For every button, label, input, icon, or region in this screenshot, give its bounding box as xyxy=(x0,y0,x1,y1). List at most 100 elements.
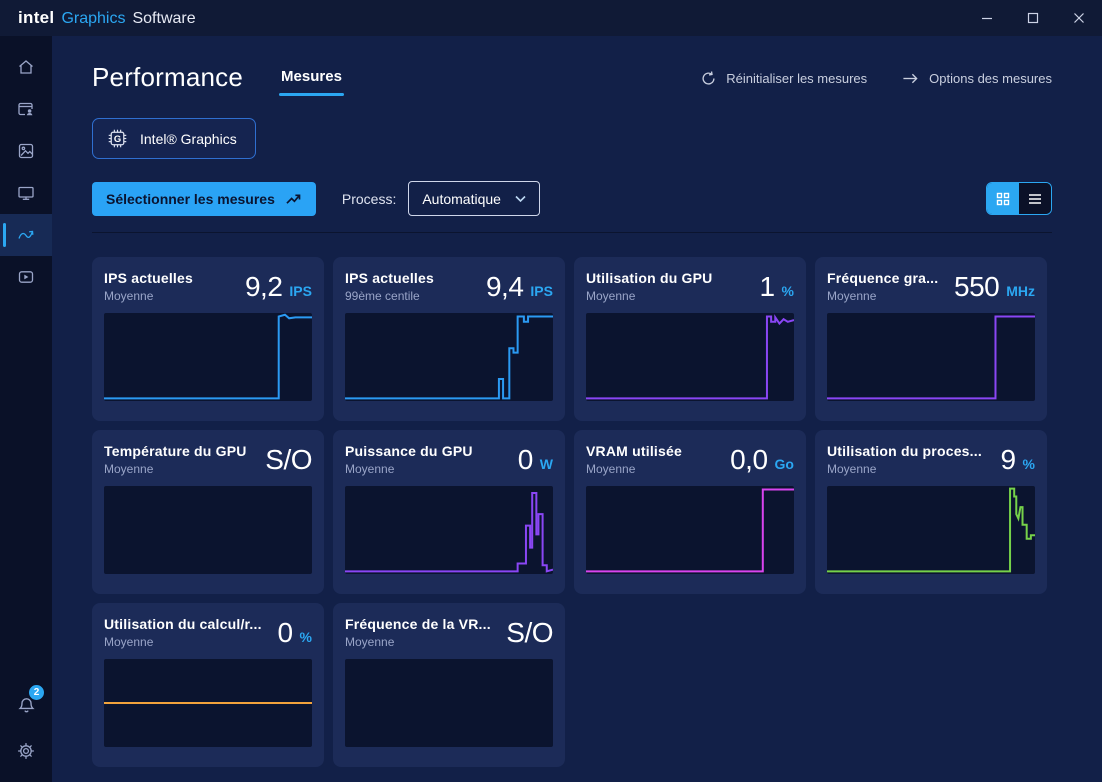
app-brand: intel Graphics Software xyxy=(18,8,196,28)
metric-sparkline-chart xyxy=(586,486,794,574)
metric-value: 1 xyxy=(759,271,774,303)
display-icon xyxy=(16,183,36,203)
process-dropdown[interactable]: Automatique xyxy=(408,181,540,216)
metric-card[interactable]: Fréquence de la VR... Moyenne S/O xyxy=(333,603,565,767)
metric-title: Puissance du GPU xyxy=(345,443,473,459)
metric-value: S/O xyxy=(265,444,312,476)
metric-value: 0,0 xyxy=(730,444,767,476)
metric-unit: IPS xyxy=(289,283,312,299)
metric-sparkline-chart xyxy=(104,313,312,401)
close-button[interactable] xyxy=(1056,0,1102,36)
sidebar-item-home[interactable] xyxy=(0,46,52,88)
metric-title: Utilisation du GPU xyxy=(586,270,713,286)
metric-card[interactable]: Puissance du GPU Moyenne 0 W xyxy=(333,430,565,594)
metric-value: 0 xyxy=(277,617,292,649)
metric-card[interactable]: IPS actuelles 99ème centile 9,4 IPS xyxy=(333,257,565,421)
metric-unit: IPS xyxy=(530,283,553,299)
metric-sparkline-chart xyxy=(104,486,312,574)
sidebar-item-notifications[interactable]: 2 xyxy=(0,682,52,728)
select-metrics-button[interactable]: Sélectionner les mesures xyxy=(92,182,316,216)
metric-sparkline-chart xyxy=(827,313,1035,401)
list-view-icon xyxy=(1028,193,1042,205)
grid-view-icon xyxy=(996,192,1010,206)
metric-card[interactable]: IPS actuelles Moyenne 9,2 IPS xyxy=(92,257,324,421)
page-title: Performance xyxy=(92,62,243,93)
trend-arrow-icon xyxy=(285,191,302,206)
sidebar-item-media[interactable] xyxy=(0,130,52,172)
metric-title: IPS actuelles xyxy=(345,270,434,286)
intel-logo: intel xyxy=(18,8,54,28)
metric-card[interactable]: Utilisation du GPU Moyenne 1 % xyxy=(574,257,806,421)
reset-icon xyxy=(700,70,717,87)
metric-title: Fréquence de la VR... xyxy=(345,616,491,632)
maximize-icon xyxy=(1027,12,1039,24)
metric-sparkline-chart xyxy=(827,486,1035,574)
reset-measures-button[interactable]: Réinitialiser les mesures xyxy=(700,70,867,87)
main-content: Performance Mesures Réinitialiser les me… xyxy=(52,36,1102,782)
options-label: Options des mesures xyxy=(929,71,1052,86)
sidebar-item-settings[interactable] xyxy=(0,728,52,774)
device-selector-button[interactable]: G Intel® Graphics xyxy=(92,118,256,159)
metric-card[interactable]: Température du GPU Moyenne S/O xyxy=(92,430,324,594)
brand-graphics: Graphics xyxy=(61,10,125,28)
metric-subtitle: Moyenne xyxy=(827,289,938,303)
options-measures-button[interactable]: Options des mesures xyxy=(901,70,1052,87)
metric-value: 9 xyxy=(1000,444,1015,476)
metric-value: S/O xyxy=(506,617,553,649)
sidebar-item-drivers[interactable] xyxy=(0,88,52,130)
arrow-right-icon xyxy=(901,70,920,87)
metric-card[interactable]: Utilisation du calcul/r... Moyenne 0 % xyxy=(92,603,324,767)
home-icon xyxy=(16,57,36,77)
window-controls xyxy=(964,0,1102,36)
metric-unit: W xyxy=(540,456,553,472)
metric-sparkline-chart xyxy=(345,313,553,401)
metric-sparkline-chart xyxy=(345,659,553,747)
grid-view-button[interactable] xyxy=(987,183,1019,214)
performance-icon xyxy=(16,225,36,245)
reset-label: Réinitialiser les mesures xyxy=(726,71,867,86)
app-window: intel Graphics Software xyxy=(0,0,1102,782)
metric-subtitle: Moyenne xyxy=(104,635,262,649)
device-button-label: Intel® Graphics xyxy=(140,131,237,147)
metric-subtitle: Moyenne xyxy=(345,635,491,649)
metric-card[interactable]: Utilisation du proces... Moyenne 9 % xyxy=(815,430,1047,594)
metric-subtitle: Moyenne xyxy=(104,462,247,476)
metric-title: VRAM utilisée xyxy=(586,443,682,459)
metric-subtitle: Moyenne xyxy=(104,289,193,303)
view-toggle xyxy=(986,182,1052,215)
metric-card[interactable]: VRAM utilisée Moyenne 0,0 Go xyxy=(574,430,806,594)
metric-unit: Go xyxy=(775,456,794,472)
drivers-icon xyxy=(16,99,36,119)
maximize-button[interactable] xyxy=(1010,0,1056,36)
metric-value: 550 xyxy=(954,271,999,303)
sidebar-item-video[interactable] xyxy=(0,256,52,298)
sidebar: 2 xyxy=(0,36,52,782)
select-metrics-label: Sélectionner les mesures xyxy=(106,191,275,207)
media-icon xyxy=(16,141,36,161)
metric-unit: % xyxy=(1023,456,1035,472)
metric-subtitle: Moyenne xyxy=(586,289,713,303)
brand-software: Software xyxy=(132,10,195,28)
settings-gear-icon xyxy=(16,741,36,761)
process-dropdown-value: Automatique xyxy=(422,191,501,207)
metric-title: Température du GPU xyxy=(104,443,247,459)
list-view-button[interactable] xyxy=(1019,183,1051,214)
sidebar-item-performance[interactable] xyxy=(0,214,52,256)
minimize-icon xyxy=(981,12,993,24)
metric-title: Utilisation du proces... xyxy=(827,443,982,459)
metric-sparkline-chart xyxy=(345,486,553,574)
tab-mesures[interactable]: Mesures xyxy=(281,68,342,96)
metric-title: Fréquence gra... xyxy=(827,270,938,286)
metric-value: 9,2 xyxy=(245,271,282,303)
metric-unit: % xyxy=(782,283,794,299)
metric-unit: MHz xyxy=(1006,283,1035,299)
metric-title: IPS actuelles xyxy=(104,270,193,286)
sidebar-item-display[interactable] xyxy=(0,172,52,214)
chevron-down-icon xyxy=(515,195,526,203)
metric-card[interactable]: Fréquence gra... Moyenne 550 MHz xyxy=(815,257,1047,421)
video-icon xyxy=(16,267,36,287)
minimize-button[interactable] xyxy=(964,0,1010,36)
gpu-chip-icon: G xyxy=(106,127,129,150)
metric-sparkline-chart xyxy=(586,313,794,401)
metric-title: Utilisation du calcul/r... xyxy=(104,616,262,632)
